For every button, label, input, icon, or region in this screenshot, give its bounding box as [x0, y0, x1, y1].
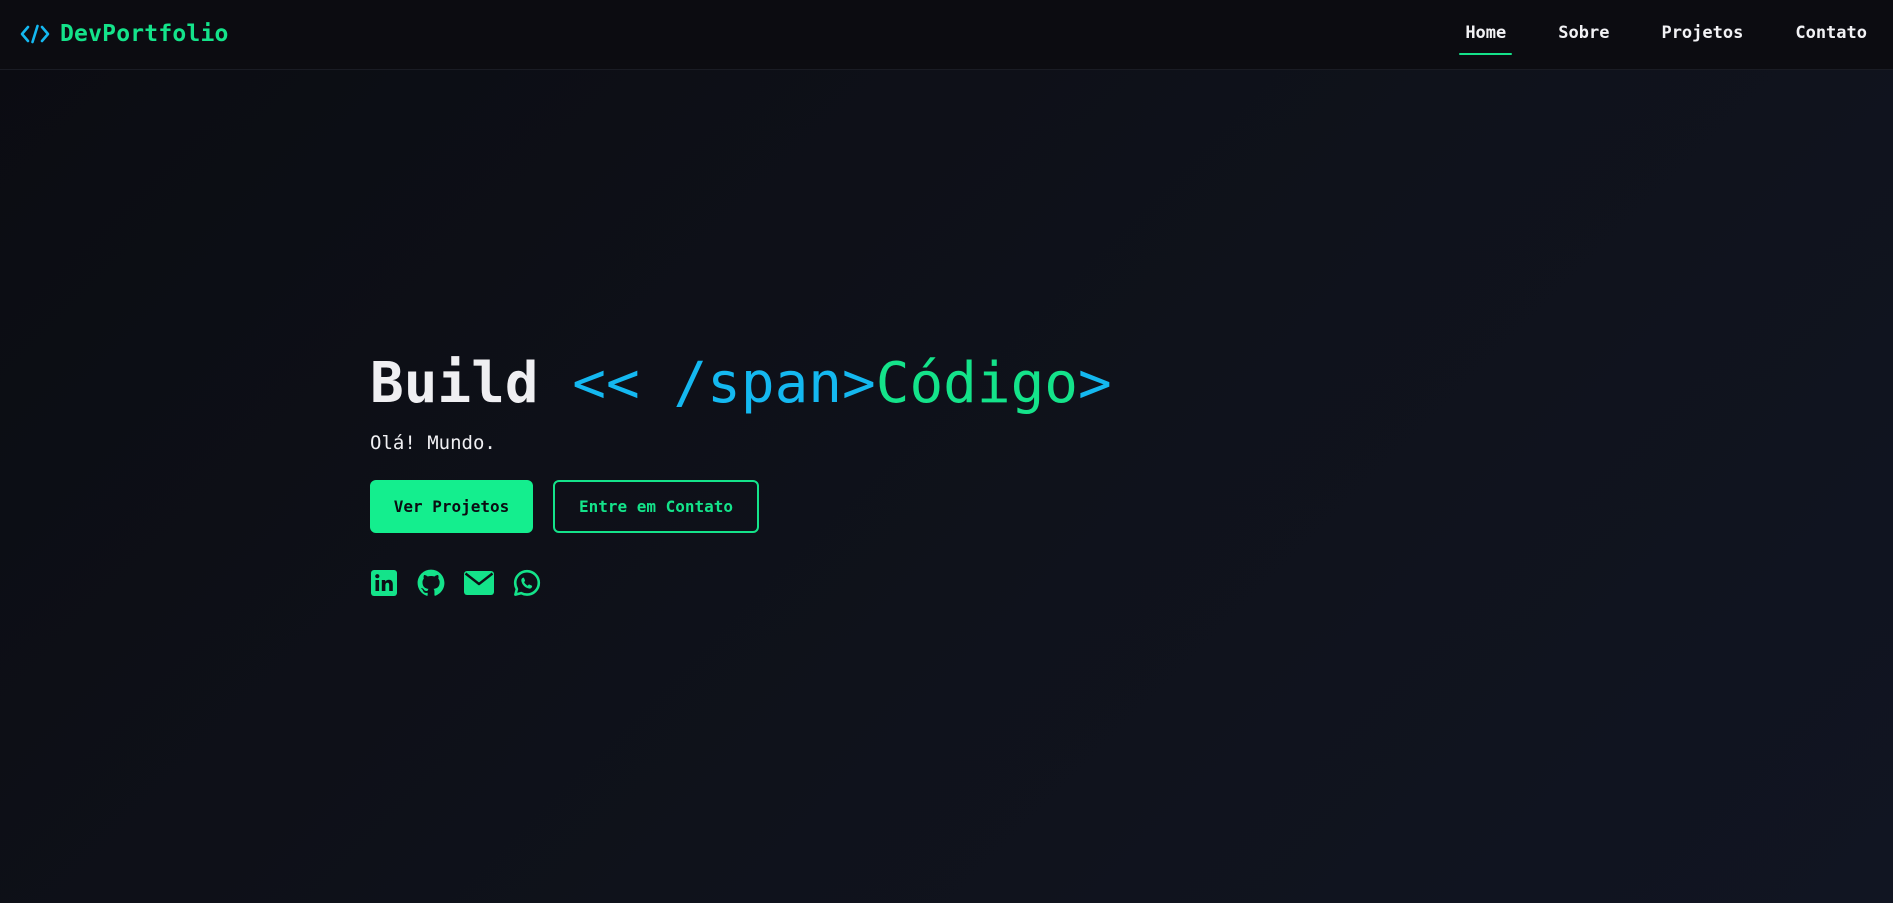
- contact-button[interactable]: Entre em Contato: [553, 480, 759, 533]
- email-icon[interactable]: [464, 569, 494, 597]
- navbar: DevPortfolio Home Sobre Projetos Contato: [0, 0, 1893, 70]
- hero-section: Build << /span>Código> Olá! Mundo. Ver P…: [370, 344, 1112, 597]
- linkedin-icon[interactable]: [370, 569, 398, 597]
- hero-subtitle: Olá! Mundo.: [370, 432, 496, 454]
- view-projects-button[interactable]: Ver Projetos: [370, 480, 533, 533]
- nav-item-projetos[interactable]: Projetos: [1655, 0, 1749, 70]
- nav-item-contato[interactable]: Contato: [1789, 0, 1873, 70]
- hero-title-word: Build: [370, 351, 539, 416]
- github-icon[interactable]: [417, 569, 445, 597]
- hero-title: Build << /span>Código>: [370, 344, 1112, 424]
- brand-name: DevPortfolio: [60, 21, 229, 47]
- hero-title-accent: Código: [875, 351, 1079, 416]
- nav-item-sobre[interactable]: Sobre: [1552, 0, 1615, 70]
- main-nav: Home Sobre Projetos Contato: [1459, 0, 1873, 70]
- page: DevPortfolio Home Sobre Projetos Contato…: [0, 0, 1893, 903]
- nav-item-home[interactable]: Home: [1459, 0, 1513, 70]
- hero-actions: Ver Projetos Entre em Contato: [370, 480, 1112, 533]
- hero-title-tag-close: >: [1078, 351, 1112, 416]
- social-links: [370, 569, 1112, 597]
- hero-title-tag-open: << /span>: [572, 351, 876, 416]
- brand-logo[interactable]: DevPortfolio: [20, 18, 229, 50]
- whatsapp-icon[interactable]: [513, 569, 541, 597]
- code-brackets-icon: [20, 23, 50, 45]
